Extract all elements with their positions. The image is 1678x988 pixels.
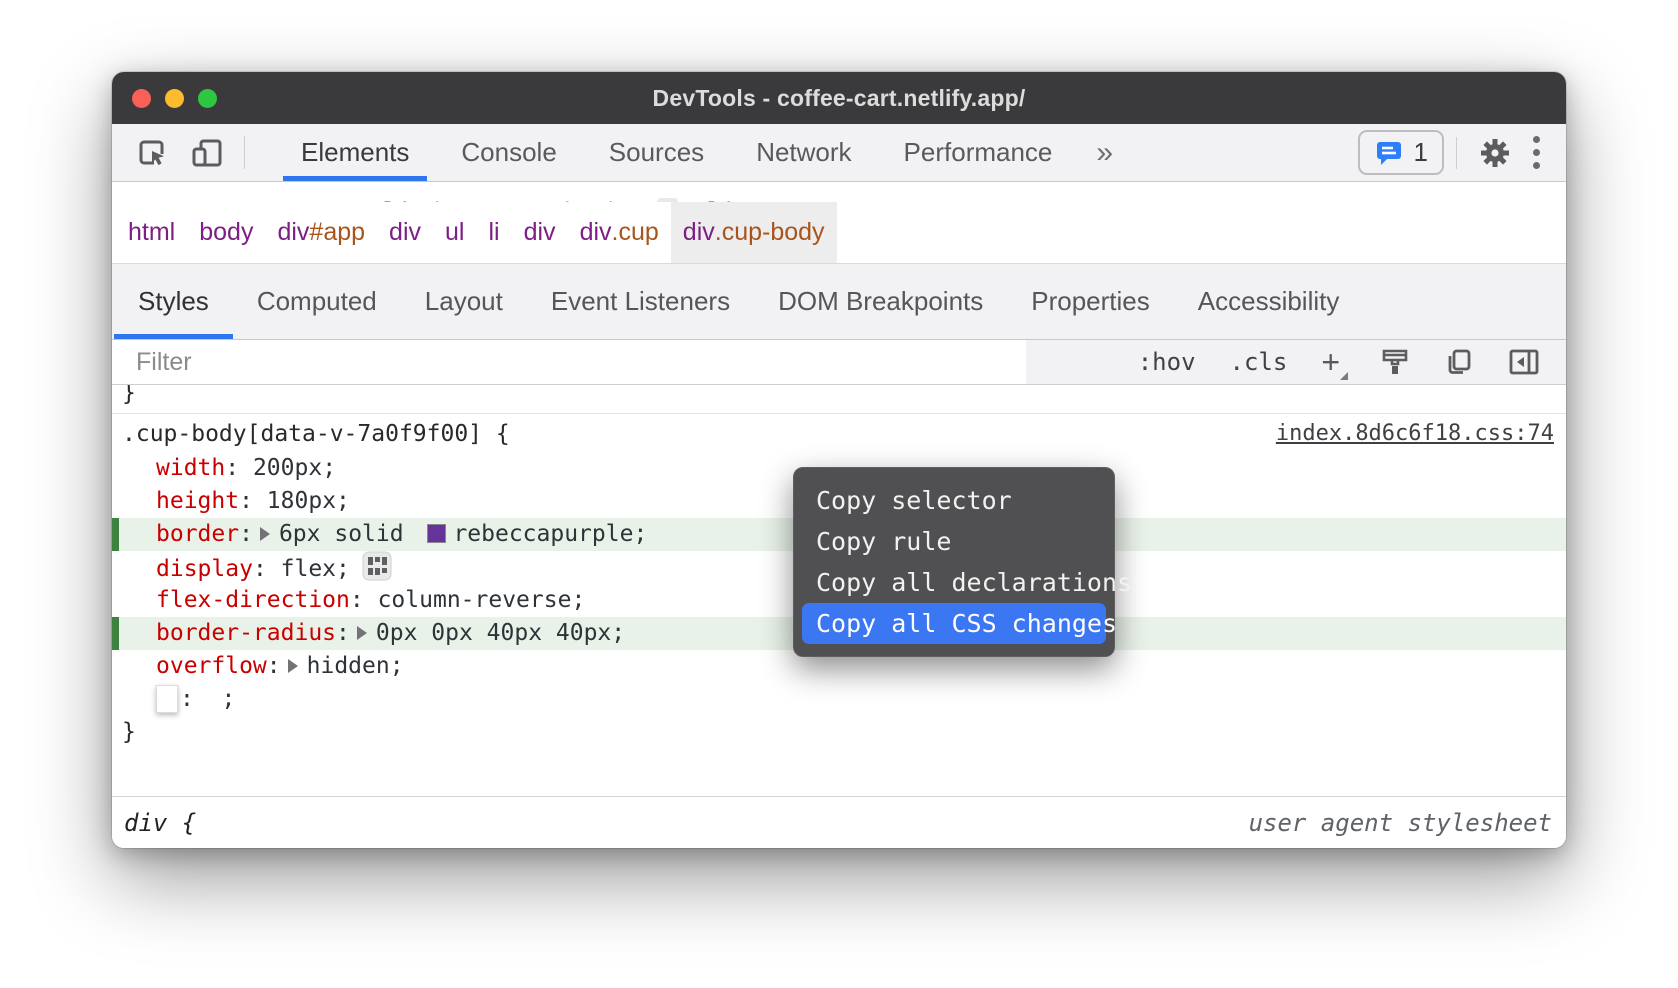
tab-elements[interactable]: Elements bbox=[275, 124, 435, 181]
menu-item-copy-all-declarations[interactable]: Copy all declarations bbox=[794, 562, 1114, 603]
devtools-toolbar: Elements Console Sources Network Perform… bbox=[112, 124, 1566, 182]
menu-item-copy-all-css-changes[interactable]: Copy all CSS changes bbox=[802, 603, 1106, 644]
color-swatch[interactable] bbox=[427, 524, 446, 543]
tab-dom-breakpoints[interactable]: DOM Breakpoints bbox=[754, 264, 1007, 339]
breadcrumb-div-2[interactable]: div bbox=[512, 202, 568, 263]
stylesheet-source-link[interactable]: index.8d6c6f18.css:74 bbox=[1276, 415, 1554, 453]
new-style-rule-button[interactable]: + bbox=[1321, 346, 1346, 378]
inspect-element-button[interactable] bbox=[126, 124, 180, 181]
breadcrumb-html[interactable]: html bbox=[116, 202, 187, 263]
tab-event-listeners[interactable]: Event Listeners bbox=[527, 264, 754, 339]
rule-closing-brace: } bbox=[112, 716, 1566, 749]
ua-rule-selector[interactable]: div { bbox=[124, 809, 196, 837]
breadcrumb-div-app[interactable]: div#app bbox=[265, 202, 377, 263]
styles-pane-toolbar: Filter :hov .cls + bbox=[112, 340, 1566, 385]
more-tabs-button[interactable]: » bbox=[1078, 124, 1131, 181]
breadcrumb: html body div#app div ul li div div.cup … bbox=[112, 202, 1566, 264]
panel-tabs: Elements Console Sources Network Perform… bbox=[275, 124, 1078, 181]
issues-button[interactable]: 1 bbox=[1358, 130, 1444, 175]
breadcrumb-body[interactable]: body bbox=[187, 202, 265, 263]
customize-devtools-button[interactable] bbox=[1521, 136, 1552, 169]
filter-placeholder: Filter bbox=[136, 348, 192, 377]
toolbar-divider bbox=[1456, 137, 1457, 169]
copy-styles-icon[interactable] bbox=[1444, 347, 1474, 377]
breadcrumb-li[interactable]: li bbox=[476, 202, 511, 263]
expand-shorthand-icon[interactable] bbox=[260, 527, 270, 541]
property-name-editor[interactable] bbox=[156, 685, 178, 713]
menu-item-copy-selector[interactable]: Copy selector bbox=[794, 480, 1114, 521]
toolbar-right: 1 bbox=[1358, 124, 1566, 181]
tab-network[interactable]: Network bbox=[730, 124, 877, 181]
tab-layout[interactable]: Layout bbox=[401, 264, 527, 339]
toggle-hover-state-button[interactable]: :hov bbox=[1138, 348, 1196, 376]
ua-stylesheet-label: user agent stylesheet bbox=[1249, 809, 1552, 837]
context-menu: Copy selector Copy rule Copy all declara… bbox=[793, 467, 1115, 657]
issues-count: 1 bbox=[1414, 137, 1428, 168]
tree-node-li[interactable]: ▼<li data-v-ccd60dc0>…</li> bbox=[262, 182, 750, 202]
dock-sidebar-icon[interactable] bbox=[1508, 348, 1540, 376]
issues-chat-icon bbox=[1374, 139, 1404, 167]
new-declaration-editor: : ; bbox=[112, 683, 1566, 716]
elements-tree: ▼<li data-v-ccd60dc0>…</li> bbox=[112, 182, 1566, 202]
menu-item-copy-rule[interactable]: Copy rule bbox=[794, 521, 1114, 562]
window-title: DevTools - coffee-cart.netlify.app/ bbox=[653, 85, 1026, 112]
close-window-button[interactable] bbox=[132, 89, 151, 108]
breadcrumb-div[interactable]: div bbox=[377, 202, 433, 263]
settings-button[interactable] bbox=[1469, 137, 1521, 169]
tab-performance[interactable]: Performance bbox=[878, 124, 1079, 181]
breadcrumb-ul[interactable]: ul bbox=[433, 202, 476, 263]
previous-rule-clipped: } bbox=[112, 385, 1566, 409]
styles-toolbar-controls: :hov .cls + bbox=[1026, 340, 1566, 384]
expand-shorthand-icon[interactable] bbox=[288, 659, 298, 673]
titlebar: DevTools - coffee-cart.netlify.app/ bbox=[112, 72, 1566, 124]
device-toolbar-button[interactable] bbox=[180, 124, 236, 181]
tab-styles[interactable]: Styles bbox=[114, 264, 233, 339]
device-toolbar-icon bbox=[190, 136, 226, 170]
rendering-emulation-brush-icon[interactable] bbox=[1380, 347, 1410, 377]
zoom-window-button[interactable] bbox=[198, 89, 217, 108]
breadcrumb-div-cup[interactable]: div.cup bbox=[568, 202, 671, 263]
toggle-element-classes-button[interactable]: .cls bbox=[1230, 348, 1288, 376]
gear-icon bbox=[1479, 137, 1511, 169]
styles-filter-input[interactable]: Filter bbox=[112, 340, 1026, 384]
tab-sources[interactable]: Sources bbox=[583, 124, 730, 181]
toolbar-divider bbox=[244, 136, 245, 169]
styles-pane: } .cup-body[data-v-7a0f9f00] { index.8d6… bbox=[112, 385, 1566, 796]
window-controls bbox=[132, 72, 217, 124]
tab-accessibility[interactable]: Accessibility bbox=[1174, 264, 1364, 339]
sidebar-tabs: Styles Computed Layout Event Listeners D… bbox=[112, 264, 1566, 340]
devtools-window: DevTools - coffee-cart.netlify.app/ Elem… bbox=[112, 72, 1566, 848]
tab-computed[interactable]: Computed bbox=[233, 264, 401, 339]
inspect-cursor-icon bbox=[136, 136, 170, 170]
breadcrumb-div-cup-body[interactable]: div.cup-body bbox=[671, 202, 837, 263]
user-agent-rule: div { user agent stylesheet bbox=[112, 796, 1566, 848]
expand-shorthand-icon[interactable] bbox=[357, 626, 367, 640]
tab-console[interactable]: Console bbox=[435, 124, 582, 181]
rule-selector[interactable]: .cup-body[data-v-7a0f9f00] { bbox=[122, 415, 510, 453]
collapsed-content-ellipsis[interactable]: … bbox=[657, 198, 677, 202]
tab-properties[interactable]: Properties bbox=[1007, 264, 1174, 339]
minimize-window-button[interactable] bbox=[165, 89, 184, 108]
